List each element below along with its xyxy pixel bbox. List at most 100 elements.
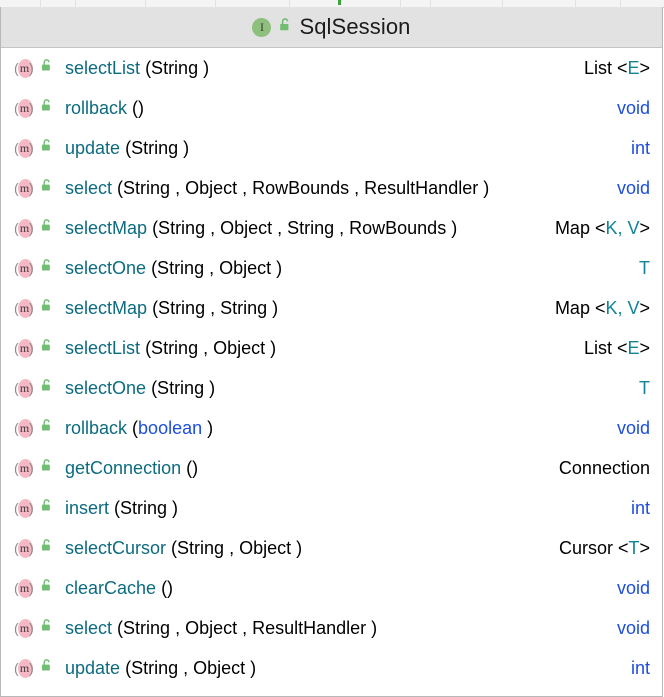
return-type: void (603, 178, 650, 199)
method-name: select (65, 177, 113, 198)
method-name: getConnection (65, 457, 182, 478)
unlock-icon (40, 458, 53, 478)
unlock-icon (40, 138, 53, 158)
method-name: insert (65, 497, 110, 518)
return-type: List <E> (583, 57, 650, 78)
method-signature: select (String , Object , ResultHandler … (65, 618, 603, 639)
method-row[interactable]: () m select (String , Object , RowBounds ,… (1, 168, 662, 208)
method-icon: () m (14, 658, 34, 678)
method-name: update (65, 137, 121, 158)
method-row[interactable]: () m selectMap (String , Object , String ,… (1, 208, 662, 248)
method-name: rollback (65, 417, 128, 438)
method-parameters: (String , Object ) (171, 537, 303, 558)
member-list[interactable]: () m selectList (String ) List <E> () m rollba… (1, 48, 662, 688)
method-parameters: (String , Object ) (125, 657, 257, 678)
method-parameters: (String , Object , String , RowBounds ) (152, 217, 458, 238)
return-type-param: T (639, 257, 650, 278)
return-type: void (603, 578, 650, 599)
return-type-param: E (627, 337, 640, 358)
method-name: select (65, 617, 113, 638)
method-name: selectOne (65, 257, 147, 278)
method-row[interactable]: () m clearCache () void (1, 568, 662, 608)
return-type-param: K, V (605, 297, 640, 318)
method-parameters: () (161, 577, 174, 598)
method-row[interactable]: () m selectOne (String , Object ) T (1, 248, 662, 288)
unlock-icon (40, 498, 53, 518)
generic-open-bracket: < (589, 297, 606, 318)
member-icons: () m (14, 618, 53, 639)
member-icons: () m (14, 578, 53, 599)
unlock-icon (40, 618, 53, 638)
return-type-keyword: void (616, 177, 650, 198)
method-name: selectCursor (65, 537, 167, 558)
method-signature: selectMap (String , Object , String , Ro… (65, 218, 541, 239)
method-signature: insert (String ) (65, 498, 617, 519)
return-type-param: T (639, 377, 650, 398)
unlock-icon (40, 58, 53, 78)
unlock-icon (40, 418, 53, 438)
method-row[interactable]: () m selectList (String , Object ) List <E> (1, 328, 662, 368)
member-icons: () m (14, 258, 53, 279)
unlock-icon (40, 218, 53, 238)
method-signature: selectList (String ) (65, 58, 570, 79)
method-row[interactable]: () m insert (String ) int (1, 488, 662, 528)
method-icon: () m (14, 578, 34, 598)
method-row[interactable]: () m rollback (boolean ) void (1, 408, 662, 448)
method-icon: () m (14, 618, 34, 638)
method-parameters: () (186, 457, 199, 478)
method-row[interactable]: () m update (String ) int (1, 128, 662, 168)
unlock-icon (40, 658, 53, 678)
return-type-keyword: int (630, 137, 650, 158)
method-icon: () m (14, 378, 34, 398)
method-icon: () m (14, 138, 34, 158)
method-parameters: (String ) (114, 497, 179, 518)
method-icon: () m (14, 298, 34, 318)
generic-close-bracket: > (639, 217, 650, 238)
method-signature: clearCache () (65, 578, 603, 599)
method-signature: selectOne (String ) (65, 378, 625, 399)
method-row[interactable]: () m update (String , Object ) int (1, 648, 662, 688)
interface-icon: I (252, 17, 272, 37)
method-row[interactable]: () m selectOne (String ) T (1, 368, 662, 408)
method-icon: () m (14, 538, 34, 558)
return-type: Cursor <T> (558, 537, 650, 558)
return-type: T (625, 378, 650, 399)
generic-close-bracket: > (639, 297, 650, 318)
unlock-icon (40, 538, 53, 558)
member-icons: () m (14, 298, 53, 319)
method-signature: selectMap (String , String ) (65, 298, 541, 319)
return-type-keyword: void (616, 97, 650, 118)
method-name: update (65, 657, 121, 678)
method-parameters: (String , String ) (152, 297, 279, 318)
return-type: T (625, 258, 650, 279)
member-icons: () m (14, 138, 53, 159)
method-row[interactable]: () m selectMap (String , String ) Map <K, V… (1, 288, 662, 328)
member-icons: () m (14, 378, 53, 399)
generic-close-bracket: > (639, 337, 650, 358)
return-type: List <E> (583, 337, 650, 358)
return-type-keyword: void (616, 417, 650, 438)
unlock-icon (40, 258, 53, 278)
method-signature: update (String ) (65, 138, 617, 159)
return-type-keyword: int (630, 497, 650, 518)
member-icons: () m (14, 658, 53, 679)
return-type-keyword: void (616, 577, 650, 598)
unlock-icon (40, 338, 53, 358)
generic-open-bracket: < (589, 217, 606, 238)
method-icon: () m (14, 98, 34, 118)
method-row[interactable]: () m selectList (String ) List <E> (1, 48, 662, 88)
return-type-param: T (628, 537, 640, 558)
method-icon: () m (14, 218, 34, 238)
method-row[interactable]: () m rollback () void (1, 88, 662, 128)
method-row[interactable]: () m select (String , Object , ResultHandl… (1, 608, 662, 648)
unlock-icon (40, 578, 53, 598)
method-row[interactable]: () m getConnection () Connection (1, 448, 662, 488)
unlock-icon (40, 378, 53, 398)
unlock-icon (40, 178, 53, 198)
method-row[interactable]: () m selectCursor (String , Object ) Cursor… (1, 528, 662, 568)
method-parameters: () (132, 97, 145, 118)
unlock-icon (278, 17, 292, 38)
return-type: Map <K, V> (554, 297, 650, 318)
method-name: selectList (65, 337, 141, 358)
member-icons: () m (14, 98, 53, 119)
